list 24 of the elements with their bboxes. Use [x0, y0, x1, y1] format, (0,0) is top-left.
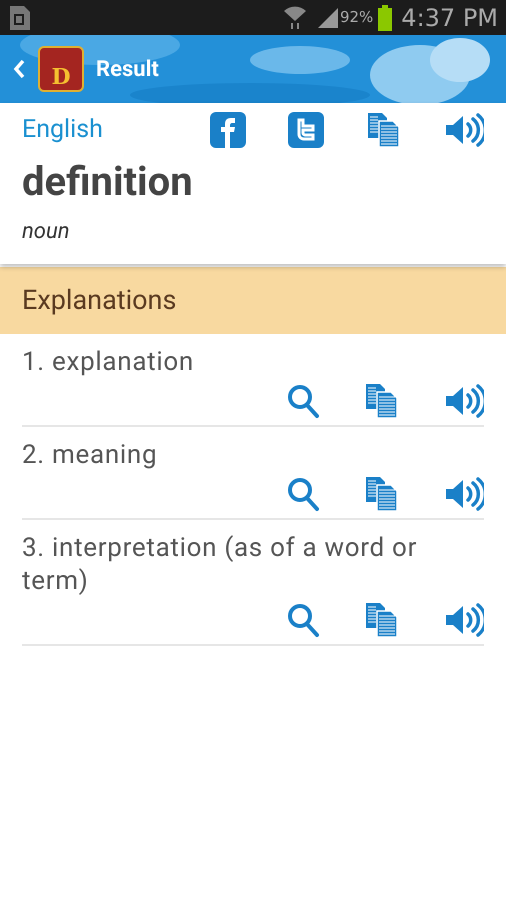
battery-percent: 92%: [340, 7, 374, 28]
search-icon[interactable]: [286, 476, 320, 512]
explanation-text: 1. explanation: [22, 346, 195, 378]
speaker-icon[interactable]: [444, 382, 484, 418]
wifi-icon: [282, 4, 308, 30]
part-of-speech: noun: [22, 218, 71, 246]
battery-icon: [377, 4, 394, 32]
search-icon[interactable]: [286, 382, 320, 418]
signal-icon: [316, 6, 340, 30]
facebook-icon[interactable]: [210, 112, 246, 148]
status-time: 4:37 PM: [401, 2, 498, 34]
explanation-text: 2. meaning: [22, 438, 158, 472]
back-button[interactable]: [12, 58, 26, 80]
speaker-icon[interactable]: [444, 602, 484, 638]
explanation-text: 3. interpretation (as of a word or term): [22, 532, 418, 598]
speaker-icon[interactable]: [444, 112, 484, 148]
headword: definition: [22, 156, 194, 206]
app-icon: D: [38, 46, 84, 92]
twitter-icon[interactable]: [288, 112, 324, 148]
speaker-icon[interactable]: [444, 476, 484, 512]
language-label: English: [22, 114, 104, 146]
search-icon[interactable]: [286, 602, 320, 638]
section-title: Explanations: [22, 282, 176, 318]
screen-title: Result: [96, 56, 159, 84]
